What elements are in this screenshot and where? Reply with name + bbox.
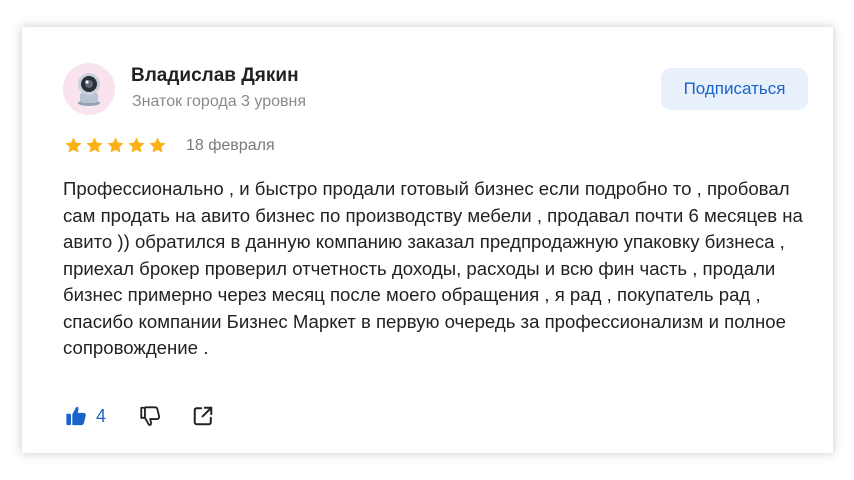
rating-stars <box>64 136 167 155</box>
star-icon <box>65 137 82 153</box>
thumbs-down-icon <box>140 406 161 426</box>
review-card: Владислав Дякин Знаток города 3 уровня П… <box>22 27 833 453</box>
review-text: Профессионально , и быстро продали готов… <box>63 178 803 358</box>
robot-avatar-icon <box>78 73 100 106</box>
dislike-button[interactable] <box>139 405 161 427</box>
author-name[interactable]: Владислав Дякин <box>131 65 299 87</box>
star-icon <box>128 137 145 153</box>
review-date: 18 февраля <box>186 137 275 154</box>
review-actions: 4 <box>65 405 214 427</box>
like-count: 4 <box>96 405 107 426</box>
star-icon <box>149 137 166 153</box>
subscribe-button[interactable]: Подписаться <box>661 68 808 110</box>
thumbs-up-icon <box>66 406 86 426</box>
avatar[interactable] <box>63 63 115 115</box>
author-status: Знаток города 3 уровня <box>132 93 307 110</box>
like-button[interactable]: 4 <box>65 405 106 427</box>
star-icon <box>86 137 103 153</box>
share-button[interactable] <box>192 405 214 427</box>
star-icon <box>107 137 124 153</box>
share-icon <box>193 406 213 426</box>
